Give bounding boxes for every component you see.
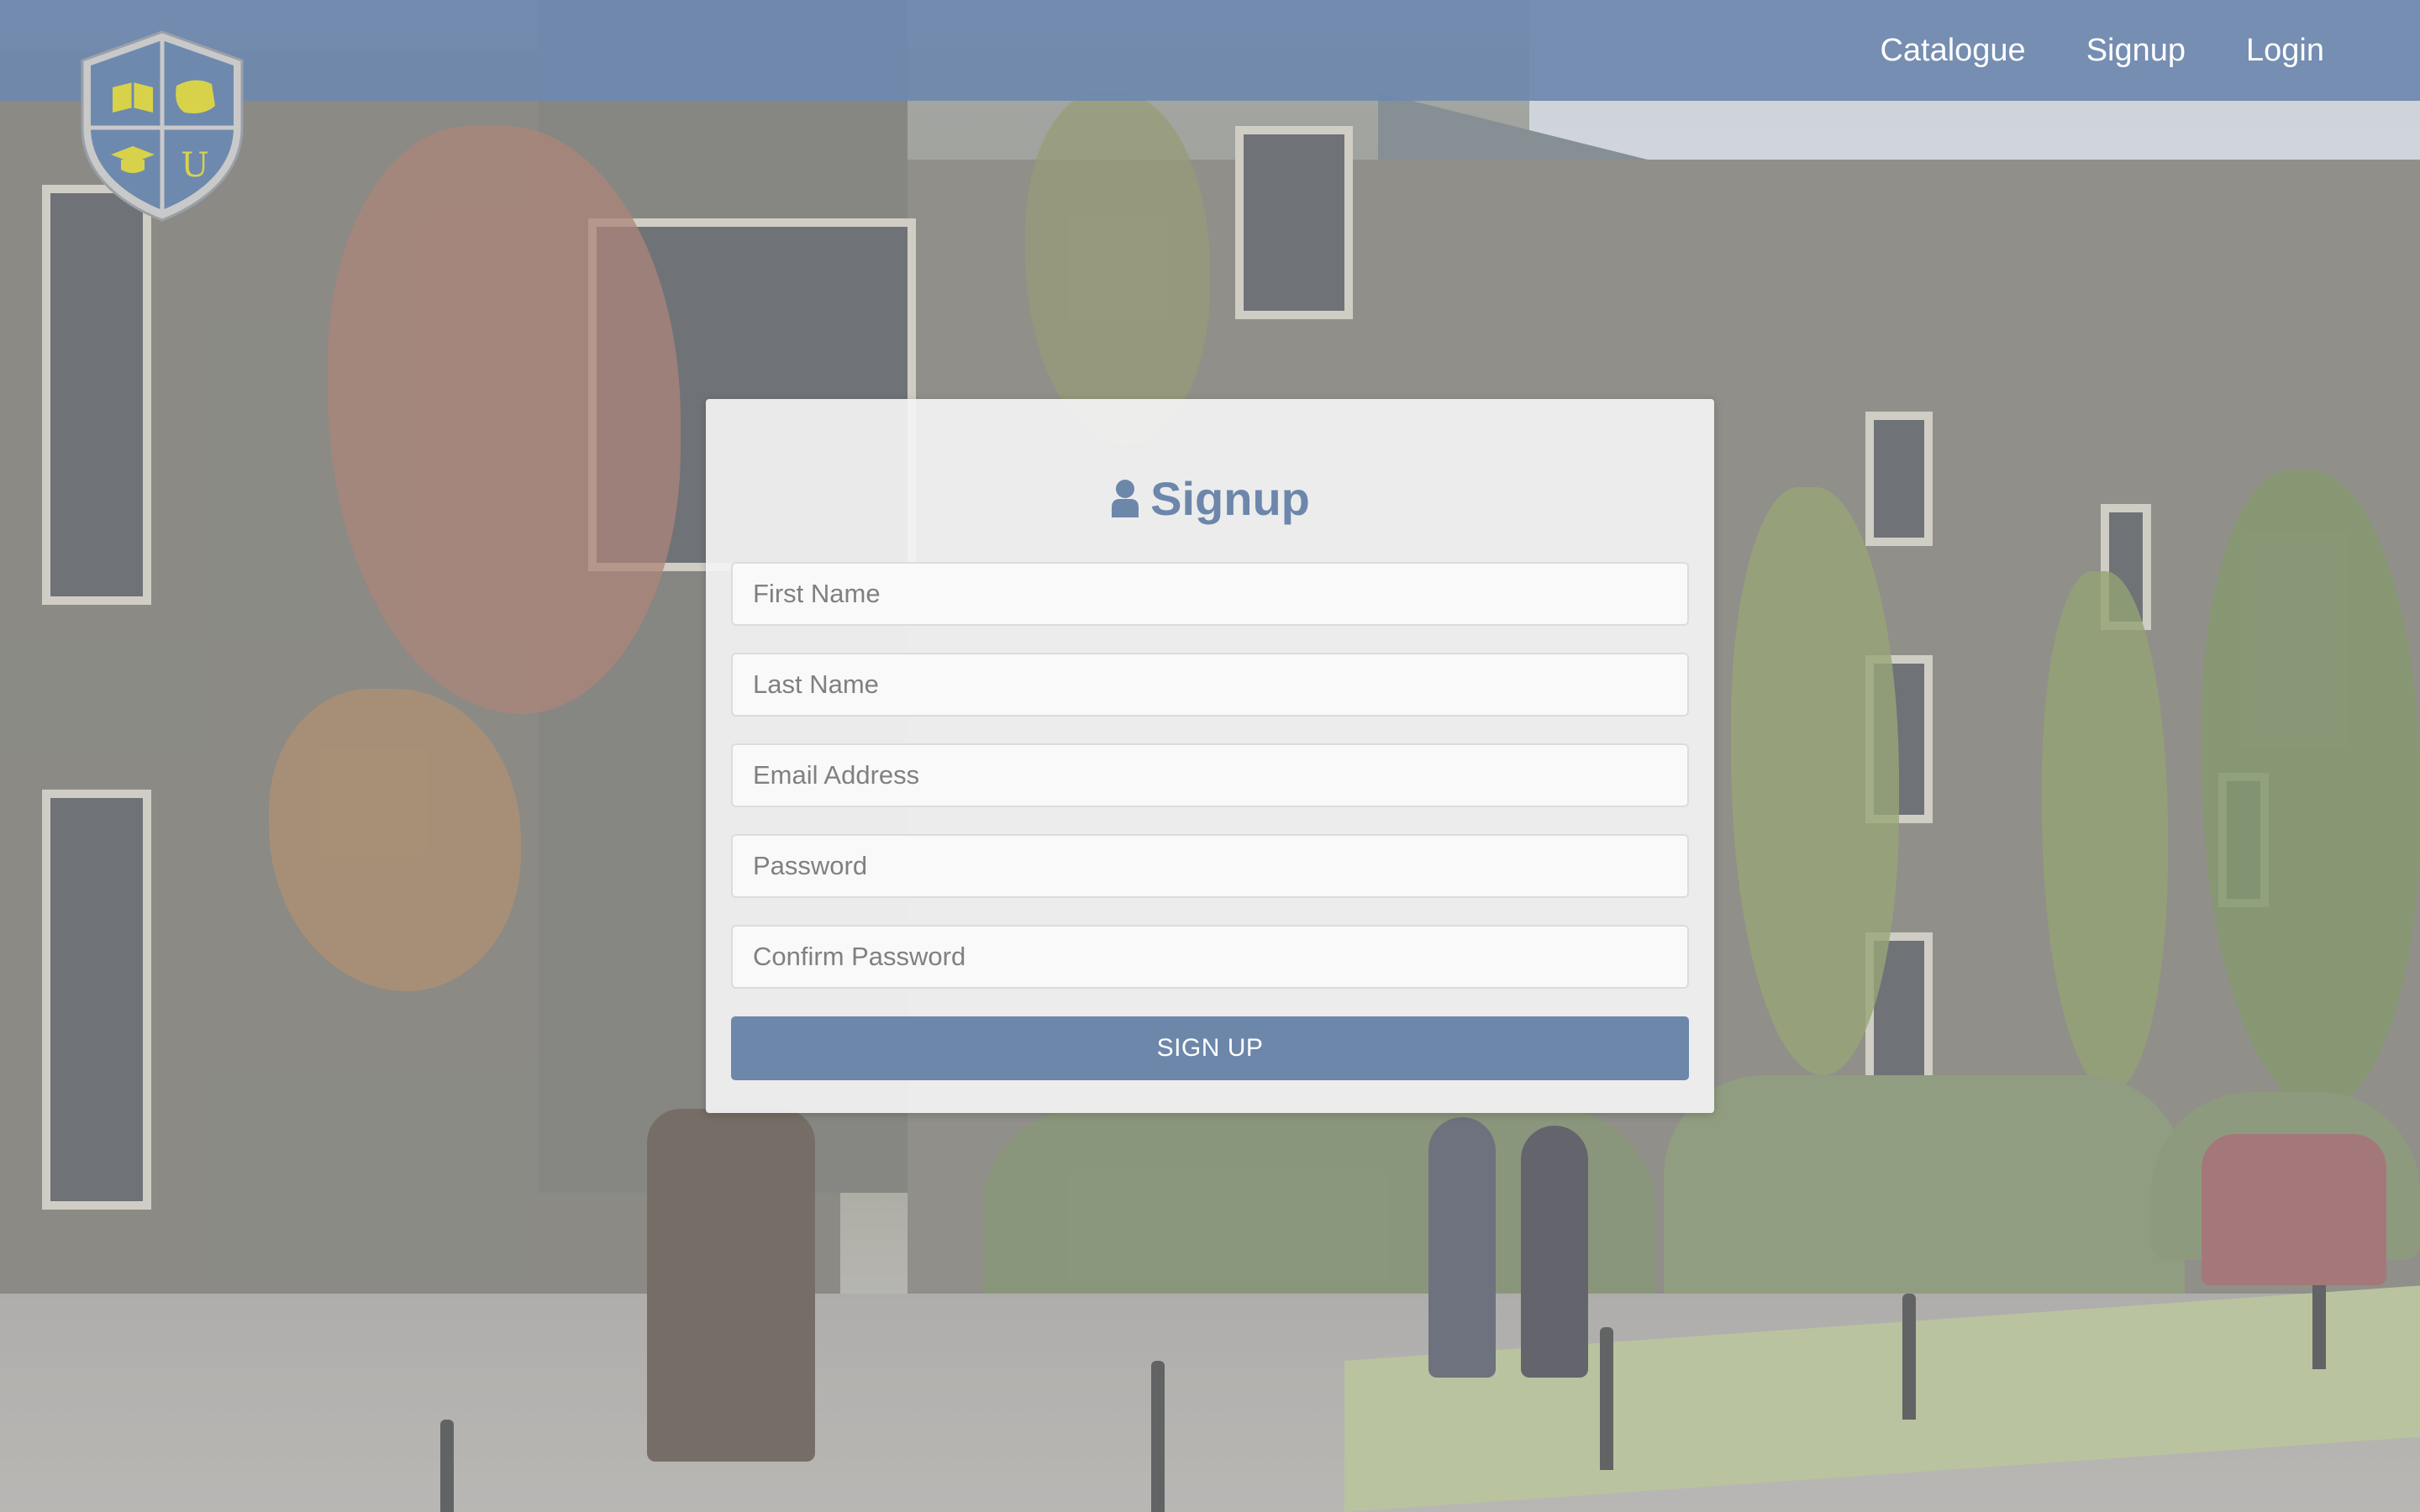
signup-card: Signup SIGN UP — [706, 399, 1714, 1113]
nav-link-signup[interactable]: Signup — [2086, 33, 2186, 69]
signup-title: Signup — [1150, 471, 1310, 525]
nav-link-catalogue[interactable]: Catalogue — [1880, 33, 2025, 69]
user-icon — [1112, 480, 1139, 517]
main-nav: Catalogue Signup Login — [1880, 0, 2324, 101]
top-navbar: Catalogue Signup Login — [0, 0, 2420, 101]
confirm-password-input[interactable] — [731, 925, 1689, 989]
nav-link-login[interactable]: Login — [2246, 33, 2324, 69]
sign-up-button[interactable]: SIGN UP — [731, 1016, 1689, 1080]
signup-heading: Signup — [706, 466, 1714, 530]
crest-letter: U — [181, 146, 209, 185]
first-name-input[interactable] — [731, 562, 1689, 626]
password-input[interactable] — [731, 834, 1689, 898]
university-crest-icon[interactable]: U — [77, 29, 247, 223]
email-input[interactable] — [731, 743, 1689, 807]
last-name-input[interactable] — [731, 653, 1689, 717]
